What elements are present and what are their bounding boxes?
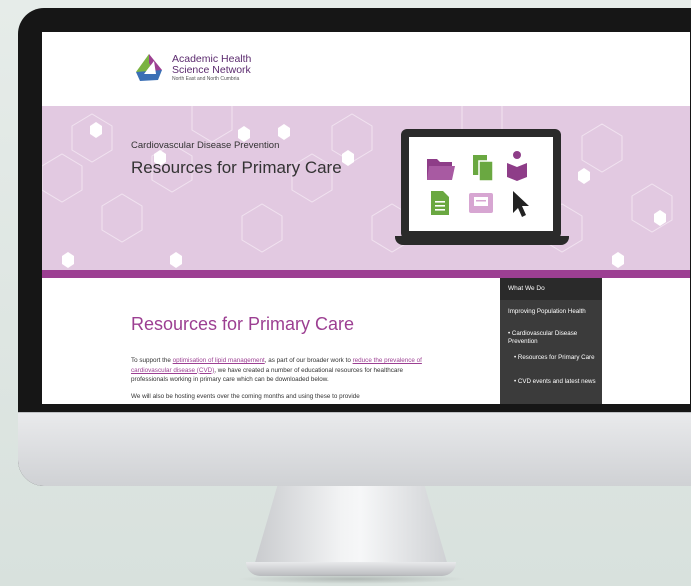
logo-text-line1: Academic Health [172, 53, 252, 65]
stand-shadow [236, 574, 468, 584]
intro-text-2: , as part of our broader work to [264, 357, 353, 364]
cursor-icon [513, 191, 529, 217]
hex-pattern [42, 106, 673, 268]
sidebar-item-improving-population-health[interactable]: Improving Population Health [508, 308, 596, 316]
sidebar-item-resources-primary-care[interactable]: • Resources for Primary Care [514, 354, 596, 362]
laptop-screen [409, 137, 553, 231]
documents-icon [473, 155, 494, 182]
sidebar-nav: What We Do Improving Population Health •… [500, 278, 602, 404]
monitor-frame: Academic Health Science Network North Ea… [18, 8, 691, 486]
sidebar-heading-label: What We Do [508, 285, 545, 292]
logo-icon [132, 52, 166, 84]
sidebar-item-cvd-prevention[interactable]: • Cardiovascular Disease Prevention [508, 330, 596, 346]
monitor-stand [254, 486, 448, 566]
folder-icon [427, 159, 455, 180]
intro-text-1: To support the [131, 357, 173, 364]
laptop-illustration [401, 129, 561, 239]
site-logo[interactable]: Academic Health Science Network North Ea… [132, 52, 251, 84]
laptop-base [395, 236, 569, 245]
intro-paragraph: To support the optimisation of lipid man… [131, 356, 431, 385]
reader-icon [507, 151, 527, 181]
page-title: Resources for Primary Care [131, 314, 355, 334]
hero-title: Resources for Primary Care [131, 158, 342, 177]
monitor-screen: Academic Health Science Network North Ea… [42, 32, 690, 404]
logo-text-line2: Science Network [172, 63, 251, 76]
lipid-management-link[interactable]: optimisation of lipid management [173, 357, 265, 364]
events-paragraph: We will also be hosting events over the … [131, 393, 360, 400]
logo-text-line3: North East and North Cumbria [172, 76, 240, 82]
monitor-chin [18, 412, 691, 486]
hero-banner [42, 106, 690, 270]
sidebar-item-cvd-events[interactable]: • CVD events and latest news [514, 378, 596, 386]
document-icon [431, 191, 449, 215]
site-header: Academic Health Science Network North Ea… [42, 32, 690, 106]
hero-eyebrow: Cardiovascular Disease Prevention [131, 140, 280, 151]
hero-divider-bar [42, 270, 690, 278]
envelope-icon [469, 193, 493, 213]
sidebar-heading: What We Do [500, 278, 602, 300]
